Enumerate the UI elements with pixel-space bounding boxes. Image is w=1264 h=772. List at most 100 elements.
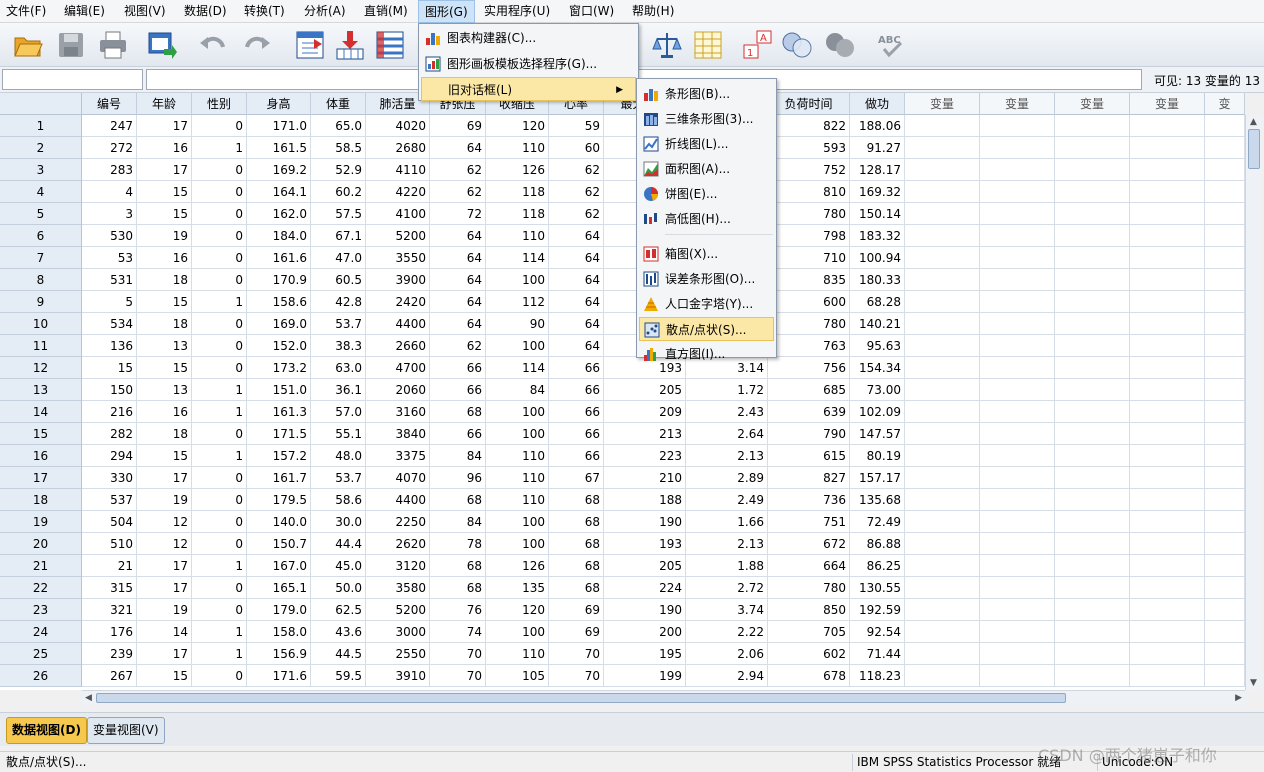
- data-cell[interactable]: [980, 225, 1055, 247]
- data-cell[interactable]: 272: [82, 137, 137, 159]
- data-cell[interactable]: [980, 401, 1055, 423]
- tab-variable-view[interactable]: 变量视图(V): [87, 717, 165, 744]
- data-cell[interactable]: 5200: [366, 599, 430, 621]
- tab-data-view[interactable]: 数据视图(D): [6, 717, 87, 744]
- data-cell[interactable]: [1205, 115, 1245, 137]
- data-cell[interactable]: [1205, 137, 1245, 159]
- data-cell[interactable]: 70: [549, 665, 604, 687]
- data-cell[interactable]: 0: [192, 665, 247, 687]
- row-number[interactable]: 7: [0, 247, 82, 269]
- data-cell[interactable]: [905, 357, 980, 379]
- data-cell[interactable]: 752: [768, 159, 850, 181]
- data-cell[interactable]: 188: [604, 489, 686, 511]
- data-cell[interactable]: [1205, 335, 1245, 357]
- data-cell[interactable]: 114: [486, 357, 549, 379]
- data-cell[interactable]: 44.4: [311, 533, 366, 555]
- column-header[interactable]: 年龄: [137, 93, 192, 115]
- data-cell[interactable]: 73.00: [850, 379, 905, 401]
- data-cell[interactable]: 170.9: [247, 269, 311, 291]
- data-cell[interactable]: 2.22: [686, 621, 768, 643]
- row-number[interactable]: 17: [0, 467, 82, 489]
- data-cell[interactable]: 2060: [366, 379, 430, 401]
- empty-variable-header[interactable]: 变量: [1055, 93, 1130, 115]
- data-cell[interactable]: [1205, 225, 1245, 247]
- data-cell[interactable]: 92.54: [850, 621, 905, 643]
- row-number[interactable]: 5: [0, 203, 82, 225]
- data-cell[interactable]: 0: [192, 511, 247, 533]
- data-cell[interactable]: 68: [430, 577, 486, 599]
- data-cell[interactable]: 63.0: [311, 357, 366, 379]
- data-cell[interactable]: 110: [486, 643, 549, 665]
- data-cell[interactable]: [1055, 379, 1130, 401]
- data-cell[interactable]: 18: [137, 423, 192, 445]
- data-cell[interactable]: 4100: [366, 203, 430, 225]
- data-cell[interactable]: 193: [604, 533, 686, 555]
- row-number[interactable]: 12: [0, 357, 82, 379]
- data-cell[interactable]: 600: [768, 291, 850, 313]
- data-cell[interactable]: 330: [82, 467, 137, 489]
- row-number[interactable]: 22: [0, 577, 82, 599]
- data-cell[interactable]: [905, 225, 980, 247]
- data-cell[interactable]: [1055, 159, 1130, 181]
- data-cell[interactable]: 685: [768, 379, 850, 401]
- submenu-item-pie-chart[interactable]: 饼图(E)...: [639, 182, 774, 206]
- data-cell[interactable]: 161.3: [247, 401, 311, 423]
- data-cell[interactable]: 58.6: [311, 489, 366, 511]
- data-cell[interactable]: 3900: [366, 269, 430, 291]
- data-cell[interactable]: [980, 489, 1055, 511]
- data-cell[interactable]: 118.23: [850, 665, 905, 687]
- data-cell[interactable]: 2.94: [686, 665, 768, 687]
- data-cell[interactable]: 2550: [366, 643, 430, 665]
- data-cell[interactable]: 239: [82, 643, 137, 665]
- data-cell[interactable]: 2660: [366, 335, 430, 357]
- submenu-item-bar-chart[interactable]: 条形图(B)...: [639, 82, 774, 106]
- data-cell[interactable]: 62: [549, 203, 604, 225]
- data-cell[interactable]: 19: [137, 599, 192, 621]
- empty-variable-header[interactable]: 变: [1205, 93, 1245, 115]
- data-cell[interactable]: [980, 291, 1055, 313]
- data-cell[interactable]: 173.2: [247, 357, 311, 379]
- value-labels-icon[interactable]: A1: [742, 29, 774, 61]
- data-cell[interactable]: [1055, 467, 1130, 489]
- data-cell[interactable]: 19: [137, 225, 192, 247]
- data-cell[interactable]: 140.21: [850, 313, 905, 335]
- data-cell[interactable]: 57.0: [311, 401, 366, 423]
- data-cell[interactable]: 3120: [366, 555, 430, 577]
- data-cell[interactable]: 2.13: [686, 445, 768, 467]
- data-cell[interactable]: 1: [192, 643, 247, 665]
- data-cell[interactable]: [905, 577, 980, 599]
- data-cell[interactable]: 50.0: [311, 577, 366, 599]
- row-number[interactable]: 24: [0, 621, 82, 643]
- data-cell[interactable]: 1: [192, 401, 247, 423]
- data-cell[interactable]: 15: [82, 357, 137, 379]
- menu-edit[interactable]: 编辑(E): [58, 0, 111, 23]
- data-cell[interactable]: [905, 379, 980, 401]
- data-cell[interactable]: [905, 291, 980, 313]
- data-cell[interactable]: [1055, 621, 1130, 643]
- data-cell[interactable]: 615: [768, 445, 850, 467]
- data-cell[interactable]: 223: [604, 445, 686, 467]
- data-cell[interactable]: 5200: [366, 225, 430, 247]
- data-cell[interactable]: [1130, 181, 1205, 203]
- data-cell[interactable]: [905, 467, 980, 489]
- data-cell[interactable]: 86.25: [850, 555, 905, 577]
- data-cell[interactable]: 19: [137, 489, 192, 511]
- data-cell[interactable]: 4700: [366, 357, 430, 379]
- data-cell[interactable]: 68: [430, 401, 486, 423]
- data-cell[interactable]: 64: [549, 269, 604, 291]
- horizontal-scrollbar[interactable]: ◀ ▶: [82, 690, 1245, 705]
- menu-item-chart-builder[interactable]: 图表构建器(C)...: [421, 26, 636, 50]
- data-cell[interactable]: 4020: [366, 115, 430, 137]
- data-cell[interactable]: 96: [430, 467, 486, 489]
- data-cell[interactable]: 205: [604, 555, 686, 577]
- data-cell[interactable]: 130.55: [850, 577, 905, 599]
- data-cell[interactable]: [1055, 665, 1130, 687]
- row-number[interactable]: 23: [0, 599, 82, 621]
- data-cell[interactable]: 17: [137, 159, 192, 181]
- menu-file[interactable]: 文件(F): [0, 0, 52, 23]
- data-cell[interactable]: 64: [549, 291, 604, 313]
- data-cell[interactable]: 0: [192, 247, 247, 269]
- data-cell[interactable]: [1130, 533, 1205, 555]
- empty-variable-header[interactable]: 变量: [905, 93, 980, 115]
- data-cell[interactable]: 780: [768, 577, 850, 599]
